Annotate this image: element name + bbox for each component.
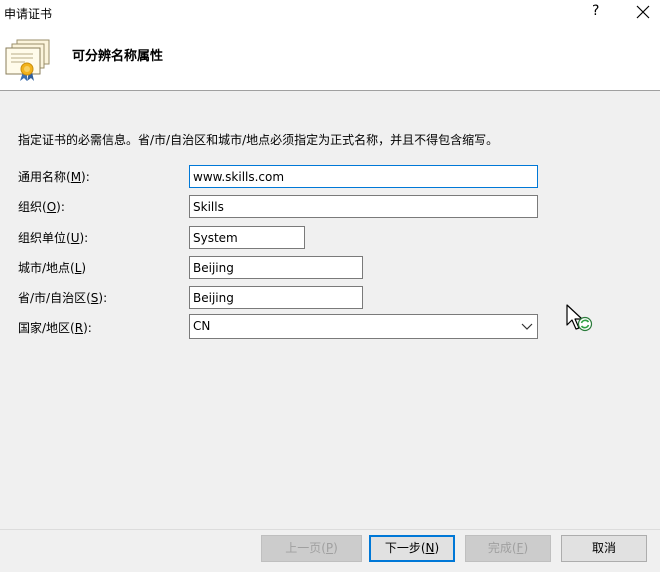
wizard-header: 可分辨名称属性 xyxy=(0,26,660,91)
finish-button[interactable]: 完成(F) xyxy=(465,535,551,562)
chevron-down-icon xyxy=(521,323,533,330)
country-region-value: CN xyxy=(193,319,211,333)
state-province-input[interactable] xyxy=(189,286,363,309)
common-name-input[interactable] xyxy=(189,165,538,188)
next-button[interactable]: 下一步(N) xyxy=(369,535,455,562)
help-button[interactable]: ? xyxy=(592,3,599,19)
previous-button[interactable]: 上一页(P) xyxy=(261,535,362,562)
country-region-label: 国家/地区(R): xyxy=(18,321,92,335)
common-name-label: 通用名称(M): xyxy=(18,170,90,184)
city-input[interactable] xyxy=(189,256,363,279)
country-region-select[interactable]: CN xyxy=(189,314,538,339)
city-label: 城市/地点(L) xyxy=(18,261,87,275)
title-bar: 申请证书 ? xyxy=(0,0,660,26)
organization-input[interactable] xyxy=(189,195,538,218)
cancel-button[interactable]: 取消 xyxy=(561,535,647,562)
organizational-unit-input[interactable] xyxy=(189,226,305,249)
instruction-text: 指定证书的必需信息。省/市/自治区和城市/地点必须指定为正式名称，并且不得包含缩… xyxy=(18,133,499,147)
certificate-icon xyxy=(5,39,50,81)
page-heading: 可分辨名称属性 xyxy=(72,49,164,64)
state-province-label: 省/市/自治区(S): xyxy=(18,291,108,305)
window-title: 申请证书 xyxy=(4,7,53,21)
organizational-unit-label: 组织单位(U): xyxy=(18,231,89,245)
organization-label: 组织(O): xyxy=(18,200,65,214)
close-icon[interactable] xyxy=(633,2,653,22)
busy-cursor-icon xyxy=(566,304,593,332)
